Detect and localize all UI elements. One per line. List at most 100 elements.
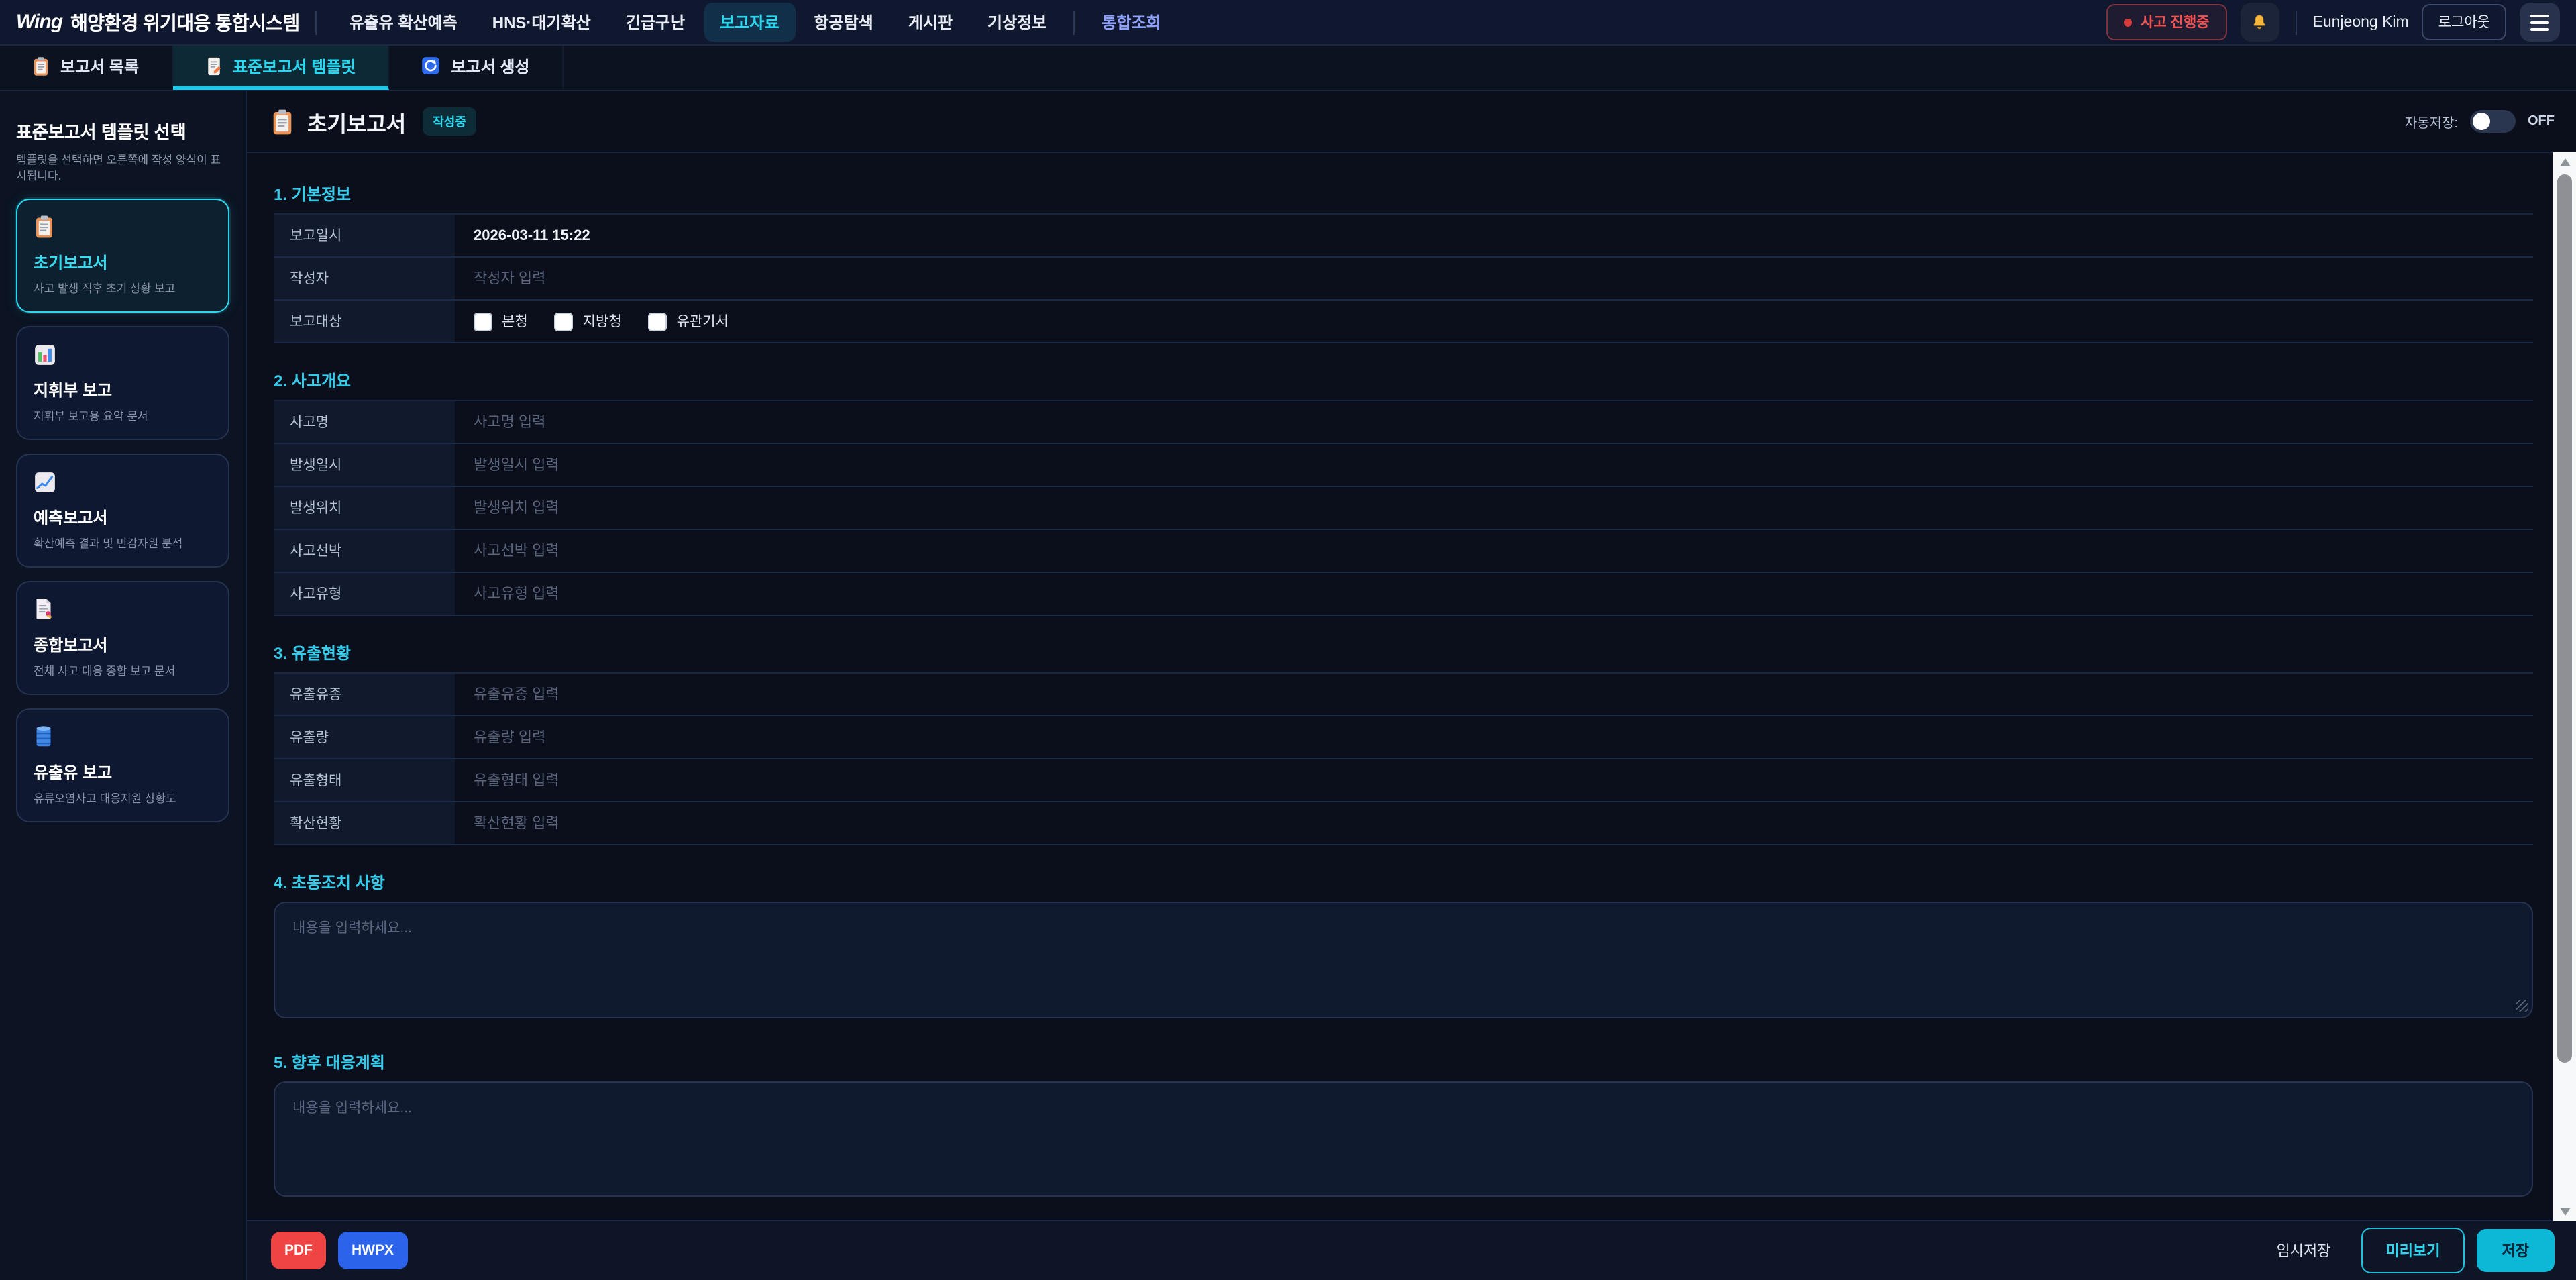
section-heading: 3. 유출현황 [274, 641, 2533, 664]
spill-amount-input[interactable] [474, 729, 2514, 745]
section-heading: 1. 기본정보 [274, 182, 2533, 205]
form-footer: PDF HWPX 임시저장 미리보기 저장 [247, 1220, 2576, 1280]
scroll-down-arrow[interactable] [2553, 1201, 2576, 1221]
template-card-title: 예측보고서 [34, 505, 212, 528]
field-label: 사고선박 [274, 530, 455, 572]
hamburger-menu-button[interactable] [2520, 3, 2560, 42]
template-card-initial-report[interactable]: 초기보고서 사고 발생 직후 초기 상황 보고 [16, 198, 229, 312]
form-row-author: 작성자 [274, 258, 2533, 301]
notifications-button[interactable] [2241, 3, 2279, 42]
nav-item-board[interactable]: 게시판 [892, 3, 969, 42]
oil-type-input[interactable] [474, 686, 2514, 702]
bell-icon [2251, 13, 2269, 32]
incident-status-label: 사고 진행중 [2141, 12, 2209, 32]
nav-item-oil-spill-prediction[interactable]: 유출유 확산예측 [333, 3, 474, 42]
spill-form-input[interactable] [474, 772, 2514, 788]
tab-label: 표준보고서 템플릿 [233, 54, 356, 77]
vertical-scrollbar[interactable] [2553, 152, 2576, 1221]
save-button[interactable]: 저장 [2477, 1229, 2555, 1272]
sidebar-subtitle: 템플릿을 선택하면 오른쪽에 작성 양식이 표시됩니다. [16, 152, 229, 184]
template-card-desc: 유류오염사고 대응지원 상황도 [34, 790, 212, 806]
report-datetime-input[interactable] [474, 227, 2514, 244]
nav-item-report-data[interactable]: 보고자료 [704, 3, 795, 42]
divider [316, 10, 317, 34]
tab-label: 보고서 생성 [451, 54, 529, 77]
incident-name-input[interactable] [474, 414, 2514, 430]
autosave-toggle[interactable] [2470, 110, 2516, 133]
logout-button[interactable]: 로그아웃 [2422, 4, 2506, 40]
divider [2296, 10, 2297, 34]
incident-type-input[interactable] [474, 586, 2514, 602]
template-sidebar: 표준보고서 템플릿 선택 템플릿을 선택하면 오른쪽에 작성 양식이 표시됩니다… [0, 91, 247, 1280]
temp-save-button[interactable]: 임시저장 [2269, 1238, 2339, 1263]
form-row-report-target: 보고대상 본청 지방청 [274, 301, 2533, 343]
incident-status-badge: 사고 진행중 [2106, 4, 2226, 40]
export-pdf-button[interactable]: PDF [271, 1232, 326, 1269]
checkbox-icon[interactable] [649, 312, 667, 331]
field-label: 확산현황 [274, 802, 455, 844]
scrollbar-thumb[interactable] [2557, 174, 2572, 1062]
page-title: 초기보고서 [307, 105, 406, 138]
generate-icon [421, 56, 440, 75]
line-chart-icon [34, 470, 56, 493]
template-card-forecast-report[interactable]: 예측보고서 확산예측 결과 및 민감자원 분석 [16, 453, 229, 567]
tab-report-generate[interactable]: 보고서 생성 [389, 46, 563, 90]
checkbox-headquarters[interactable]: 본청 [474, 311, 528, 331]
nav-item-aerial-search[interactable]: 항공탐색 [798, 3, 889, 42]
incident-vessel-input[interactable] [474, 543, 2514, 559]
nav-item-integrated-search[interactable]: 통합조회 [1085, 3, 1177, 42]
hamburger-icon [2530, 14, 2549, 17]
preview-button[interactable]: 미리보기 [2362, 1228, 2465, 1273]
app-root: Wing 해양환경 위기대응 통합시스템 유출유 확산예측 HNS·대기확산 긴… [0, 0, 2576, 1280]
field-label: 보고대상 [274, 301, 455, 342]
form-table: 유출유종 유출량 유출형태 확산현황 [274, 672, 2533, 845]
app-title: 해양환경 위기대응 통합시스템 [70, 9, 299, 36]
initial-actions-textarea[interactable] [274, 902, 2533, 1018]
template-card-command-report[interactable]: 지휘부 보고 지휘부 보고용 요약 문서 [16, 325, 229, 439]
nav-item-weather-info[interactable]: 기상정보 [971, 3, 1063, 42]
form-table: 보고일시 작성자 보고대상 [274, 213, 2533, 343]
template-card-comprehensive-report[interactable]: 종합보고서 전체 사고 대응 종합 보고 문서 [16, 580, 229, 694]
checkbox-icon[interactable] [555, 312, 574, 331]
occurrence-location-input[interactable] [474, 500, 2514, 516]
future-plan-textarea[interactable] [274, 1081, 2533, 1197]
field-label: 유출유종 [274, 674, 455, 715]
template-card-desc: 확산예측 결과 및 민감자원 분석 [34, 535, 212, 551]
scroll-up-arrow[interactable] [2553, 152, 2576, 172]
section-initial-actions: 4. 초동조치 사항 [274, 871, 2533, 1018]
field-label: 사고명 [274, 401, 455, 443]
template-card-title: 지휘부 보고 [34, 378, 212, 401]
checkbox-icon[interactable] [474, 312, 492, 331]
form-row-occurrence-datetime: 발생일시 [274, 444, 2533, 487]
export-hwpx-button[interactable]: HWPX [338, 1232, 407, 1269]
checkbox-label: 유관기서 [677, 311, 729, 331]
checkbox-label: 지방청 [583, 311, 622, 331]
clipboard-icon [34, 215, 55, 239]
field-label: 보고일시 [274, 215, 455, 256]
section-future-plan: 5. 향후 대응계획 [274, 1051, 2533, 1197]
checkbox-related-agency[interactable]: 유관기서 [649, 311, 729, 331]
resize-grip-icon[interactable] [2516, 1000, 2528, 1012]
tab-report-list[interactable]: 보고서 목록 [0, 46, 172, 90]
nav-item-emergency-rescue[interactable]: 긴급구난 [610, 3, 701, 42]
field-label: 유출형태 [274, 759, 455, 801]
field-label: 발생일시 [274, 444, 455, 486]
form-row-oil-type: 유출유종 [274, 674, 2533, 716]
field-label: 유출량 [274, 716, 455, 758]
nav-item-hns-air-diffusion[interactable]: HNS·대기확산 [476, 3, 607, 42]
template-card-oil-spill-report[interactable]: 유출유 보고 유류오염사고 대응지원 상황도 [16, 708, 229, 822]
report-header: 초기보고서 작성중 자동저장: OFF [247, 91, 2576, 153]
nav-menu: 유출유 확산예측 HNS·대기확산 긴급구난 보고자료 항공탐색 게시판 기상정… [333, 3, 1177, 42]
diffusion-status-input[interactable] [474, 815, 2514, 831]
field-label: 발생위치 [274, 487, 455, 529]
tab-standard-template[interactable]: 표준보고서 템플릿 [172, 46, 389, 90]
tab-label: 보고서 목록 [60, 54, 139, 77]
triangle-down-icon [2559, 1207, 2570, 1215]
template-card-desc: 전체 사고 대응 종합 보고 문서 [34, 662, 212, 678]
occurrence-datetime-input[interactable] [474, 457, 2514, 473]
author-input[interactable] [474, 270, 2514, 286]
clipboard-icon [32, 56, 50, 76]
checkbox-regional-office[interactable]: 지방청 [555, 311, 622, 331]
form-row-spill-amount: 유출량 [274, 716, 2533, 759]
template-card-title: 초기보고서 [34, 250, 212, 273]
